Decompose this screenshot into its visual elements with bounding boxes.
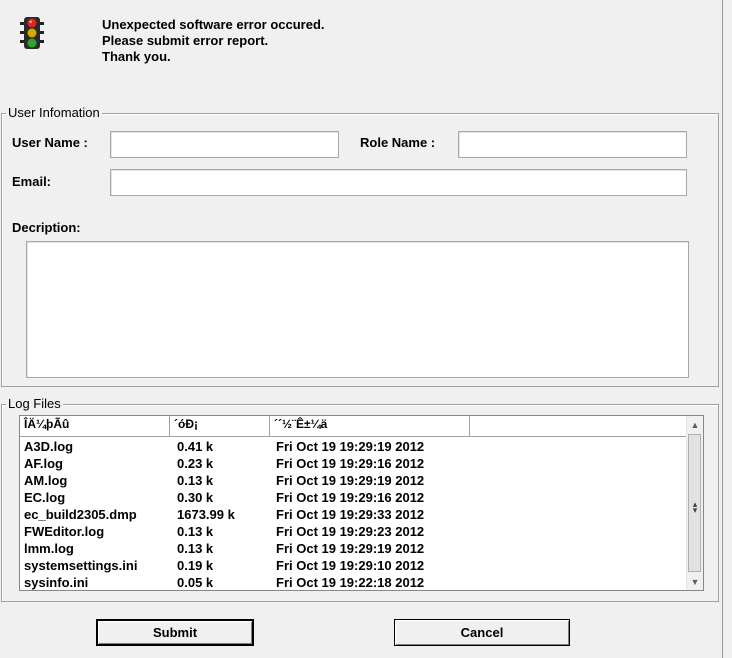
log-files-list[interactable]: ÎÄ¼þÃû ´óÐ¡ ´´½¨Ê±¼ä A3D.log 0.41 k Fri … (19, 415, 704, 591)
file-date-cell: Fri Oct 19 19:29:19 2012 (276, 541, 425, 556)
file-size-cell: 0.05 k (177, 575, 214, 590)
list-item[interactable]: sysinfo.ini 0.05 k Fri Oct 19 19:22:18 2… (20, 574, 688, 590)
file-name-cell: AF.log (24, 456, 63, 471)
role-name-input[interactable] (458, 131, 687, 158)
file-size-cell: 0.23 k (177, 456, 214, 471)
column-header-size[interactable]: ´óÐ¡ (170, 416, 270, 436)
file-name-cell: FWEditor.log (24, 524, 105, 539)
file-date-cell: Fri Oct 19 19:29:19 2012 (276, 439, 425, 454)
scroll-down-arrow-icon[interactable]: ▼ (687, 574, 703, 590)
error-message-line-1: Unexpected software error occured. (102, 17, 325, 32)
file-date-cell: Fri Oct 19 19:29:33 2012 (276, 507, 425, 522)
file-size-cell: 0.13 k (177, 524, 214, 539)
log-files-rows: A3D.log 0.41 k Fri Oct 19 19:29:19 2012 … (20, 438, 688, 590)
submit-button[interactable]: Submit (96, 619, 254, 646)
file-date-cell: Fri Oct 19 19:29:10 2012 (276, 558, 425, 573)
file-size-cell: 0.13 k (177, 541, 214, 556)
log-files-vertical-scrollbar[interactable]: ▲ ▴ ▾ ▼ (686, 416, 703, 590)
file-name-cell: ec_build2305.dmp (24, 507, 137, 522)
log-files-list-header: ÎÄ¼þÃû ´óÐ¡ ´´½¨Ê±¼ä (20, 416, 690, 437)
file-size-cell: 0.19 k (177, 558, 214, 573)
column-header-filler (470, 416, 690, 436)
file-date-cell: Fri Oct 19 19:29:23 2012 (276, 524, 425, 539)
list-item[interactable]: FWEditor.log 0.13 k Fri Oct 19 19:29:23 … (20, 523, 688, 540)
cancel-button[interactable]: Cancel (394, 619, 570, 646)
file-size-cell: 0.41 k (177, 439, 214, 454)
role-name-label: Role Name : (360, 135, 436, 150)
column-header-file-name[interactable]: ÎÄ¼þÃû (20, 416, 170, 436)
list-item[interactable]: AM.log 0.13 k Fri Oct 19 19:29:19 2012 (20, 472, 688, 489)
file-size-cell: 1673.99 k (177, 507, 235, 522)
file-name-cell: lmm.log (24, 541, 74, 556)
list-item[interactable]: ec_build2305.dmp 1673.99 k Fri Oct 19 19… (20, 506, 688, 523)
log-files-group-title: Log Files (6, 396, 63, 411)
file-size-cell: 0.13 k (177, 473, 214, 488)
file-date-cell: Fri Oct 19 19:29:19 2012 (276, 473, 425, 488)
window-right-border (722, 0, 723, 658)
description-label: Decription: (12, 220, 81, 235)
grip-icon: ▴ ▾ (692, 499, 698, 515)
file-date-cell: Fri Oct 19 19:29:16 2012 (276, 490, 425, 505)
file-date-cell: Fri Oct 19 19:29:16 2012 (276, 456, 425, 471)
user-name-label: User Name : (12, 135, 88, 150)
file-name-cell: sysinfo.ini (24, 575, 89, 590)
file-size-cell: 0.30 k (177, 490, 214, 505)
scroll-up-arrow-icon[interactable]: ▲ (687, 417, 703, 433)
file-name-cell: AM.log (24, 473, 68, 488)
list-item[interactable]: AF.log 0.23 k Fri Oct 19 19:29:16 2012 (20, 455, 688, 472)
file-name-cell: systemsettings.ini (24, 558, 138, 573)
user-information-group-title: User Infomation (6, 105, 102, 120)
file-name-cell: A3D.log (24, 439, 74, 454)
scroll-thumb[interactable]: ▴ ▾ (688, 434, 701, 572)
list-item[interactable]: lmm.log 0.13 k Fri Oct 19 19:29:19 2012 (20, 540, 688, 557)
email-label: Email: (12, 174, 52, 189)
file-date-cell: Fri Oct 19 19:22:18 2012 (276, 575, 425, 590)
description-textarea[interactable] (26, 241, 689, 378)
email-input[interactable] (110, 169, 687, 196)
list-item[interactable]: A3D.log 0.41 k Fri Oct 19 19:29:19 2012 (20, 438, 688, 455)
error-message-line-3: Thank you. (102, 49, 171, 64)
list-item[interactable]: EC.log 0.30 k Fri Oct 19 19:29:16 2012 (20, 489, 688, 506)
list-item[interactable]: systemsettings.ini 0.19 k Fri Oct 19 19:… (20, 557, 688, 574)
traffic-light-icon (18, 16, 46, 52)
file-name-cell: EC.log (24, 490, 66, 505)
error-message-line-2: Please submit error report. (102, 33, 269, 48)
column-header-created-date[interactable]: ´´½¨Ê±¼ä (270, 416, 470, 436)
user-name-input[interactable] (110, 131, 339, 158)
